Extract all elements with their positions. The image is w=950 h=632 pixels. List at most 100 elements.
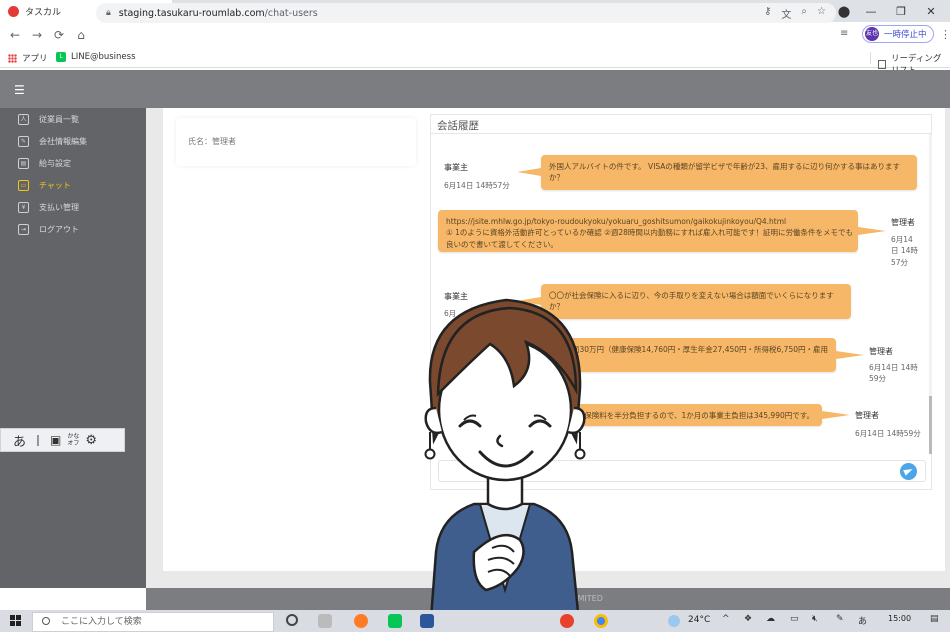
message-link[interactable]: https://jsite.mhlw.go.jp/tokyo-roudoukyo… [446, 216, 850, 227]
ime-kana-toggle[interactable]: かな オフ [67, 433, 79, 447]
profile-avatar: 友也 [865, 27, 879, 41]
task-view-icon[interactable] [318, 614, 332, 628]
app-icon[interactable] [560, 614, 574, 628]
message-time: 6月14日 14時 59分 [869, 363, 918, 384]
chrome-icon[interactable] [594, 614, 608, 628]
ime-mode-toggle[interactable]: あ [13, 431, 26, 450]
payment-icon: ¥ [18, 202, 29, 213]
logout-icon: ⇥ [18, 224, 29, 235]
back-icon[interactable]: ← [4, 28, 26, 42]
apps-grid-icon [8, 53, 17, 63]
url-field[interactable]: 🔒︎ staging.tasukaru-roumlab.com /chat-us… [96, 3, 836, 23]
line-icon: L [56, 52, 66, 62]
sidebar-item-logout[interactable]: ⇥ ログアウト [18, 224, 79, 235]
notification-icon[interactable]: ▤ [930, 614, 939, 624]
firefox-icon[interactable] [354, 614, 368, 628]
send-icon[interactable] [900, 463, 917, 480]
sidebar-item-company-edit[interactable]: ✎ 会社情報編集 [18, 136, 87, 147]
sidebar-item-employees[interactable]: 人 従業員一覧 [18, 114, 79, 125]
close-window-icon[interactable]: ✕ [916, 5, 946, 18]
chat-icon: ▭ [18, 180, 29, 191]
taskbar-search-input[interactable]: ここに入力して検索 [32, 612, 274, 632]
zoom-icon[interactable]: ⌕ [801, 6, 807, 21]
sidebar-item-label: 支払い管理 [39, 203, 79, 212]
message-time: 6月14日 14時59分 [855, 429, 921, 438]
battery-icon[interactable]: ▭ [790, 614, 799, 624]
ime-toolbar: あ ⼁ ▣ かな オフ ⚙ [0, 428, 125, 452]
dropbox-icon[interactable]: ❖ [744, 614, 752, 624]
word-icon[interactable] [420, 614, 434, 628]
minimize-icon[interactable]: — [856, 5, 886, 18]
message-bubble: 外国人アルバイトの件です。 VISAの種類が留学ビザで年齢が23、雇用するに辺り… [517, 155, 917, 190]
tray-chevron-icon[interactable]: ^ [722, 614, 730, 624]
search-icon [42, 617, 50, 625]
browser-menu-icon[interactable]: ⋮ [940, 28, 950, 41]
weather-icon[interactable] [668, 615, 680, 627]
url-host: staging.tasukaru-roumlab.com [118, 7, 265, 19]
bookmark-apps[interactable]: アプリ [8, 52, 48, 64]
translate-icon[interactable]: 文 [781, 6, 791, 21]
ime-settings-icon[interactable]: ⚙ [85, 433, 97, 448]
message-time: 6月14 日 14時 57分 [891, 235, 918, 267]
onedrive-icon[interactable]: ☁ [766, 614, 775, 624]
line-app-icon[interactable] [388, 614, 402, 628]
ime-pad-icon[interactable]: ▣ [50, 433, 61, 447]
volume-mute-icon[interactable]: 🔇︎ [812, 614, 818, 624]
reading-mode-icon[interactable]: ≡ [840, 28, 848, 39]
ime-kanji-icon[interactable]: ⼁ [32, 432, 44, 449]
windows-taskbar: ここに入力して検索 24°C ^ ❖ ☁ ▭ 🔇︎ ✎ あ 15:00 ▤ [0, 610, 950, 632]
chart-icon: ▤ [18, 158, 29, 169]
message-time: 6月14日 14時57分 [444, 181, 510, 190]
smiling-woman-illustration [424, 298, 586, 632]
chat-scrollbar-thumb[interactable] [929, 396, 932, 454]
taskbar-search-placeholder: ここに入力して検索 [61, 617, 142, 627]
home-icon[interactable]: ⌂ [70, 28, 92, 42]
reload-icon[interactable]: ⟳ [48, 28, 70, 42]
forward-icon[interactable]: → [26, 28, 48, 42]
lock-icon: 🔒︎ [106, 8, 111, 18]
profile-card: 氏名：管理者 [176, 118, 416, 166]
chat-title-divider [431, 133, 931, 134]
windows-start-icon[interactable] [10, 615, 22, 627]
profile-name: 氏名：管理者 [188, 137, 236, 146]
message-sender: 管理者 [855, 411, 879, 420]
message-sender: 管理者 [891, 218, 915, 227]
sidebar-item-label: 会社情報編集 [39, 137, 87, 146]
profile-pause-button[interactable]: 友也 一時停止中 [862, 25, 934, 43]
bookmark-divider [870, 52, 871, 64]
sidebar-item-label: ログアウト [39, 225, 79, 234]
bookmark-star-icon[interactable]: ☆ [817, 6, 826, 21]
edit-icon: ✎ [18, 136, 29, 147]
ime-indicator[interactable]: あ [858, 614, 867, 627]
tasukaru-favicon-icon [8, 5, 19, 17]
restore-icon[interactable]: ❐ [886, 5, 916, 18]
pause-label: 一時停止中 [884, 30, 927, 40]
sidebar-item-salary[interactable]: ▤ 給与設定 [18, 158, 71, 169]
sidebar-item-chat[interactable]: ▭ チャット [18, 180, 71, 191]
hamburger-menu-icon[interactable]: ☰ [14, 83, 25, 97]
app-header: ☰ [0, 70, 950, 108]
sidebar-item-label: 給与設定 [39, 159, 71, 168]
pen-icon[interactable]: ✎ [836, 614, 844, 624]
message-text: 良いので書いて渡してください。 [446, 239, 558, 249]
bookmark-line-label: LINE@business [71, 52, 136, 62]
people-icon: 人 [18, 114, 29, 125]
chat-history-title: 会話履歴 [437, 120, 479, 132]
message-text: 額面30万円（健康保険14,760円・厚生年金27,450円・所得税6,750円… [564, 345, 829, 354]
sidebar-item-label: チャット [39, 181, 71, 190]
message-bubble: https://jsite.mhlw.go.jp/tokyo-roudoukyo… [438, 210, 886, 252]
taskbar-clock[interactable]: 15:00 [888, 614, 911, 623]
reading-list-icon [878, 59, 886, 69]
sidebar-item-label: 従業員一覧 [39, 115, 79, 124]
key-icon[interactable]: ⚷ [764, 6, 771, 21]
message-sender: 事業主 [444, 163, 468, 172]
cortana-icon[interactable] [286, 614, 298, 626]
bookmark-apps-label: アプリ [22, 54, 48, 64]
bookmark-line[interactable]: L LINE@business [56, 52, 136, 62]
weather-temperature: 24°C [688, 615, 711, 625]
address-bar: ← → ⟳ ⌂ [0, 22, 950, 48]
bookmarks-bar: アプリ L LINE@business リーディング リスト [0, 48, 950, 76]
sidebar-item-payment[interactable]: ¥ 支払い管理 [18, 202, 79, 213]
url-path: /chat-users [264, 7, 318, 19]
message-text: 外国人アルバイトの件です。 VISAの種類が留学ビザで年齢が23、雇用するに辺り… [549, 162, 900, 183]
